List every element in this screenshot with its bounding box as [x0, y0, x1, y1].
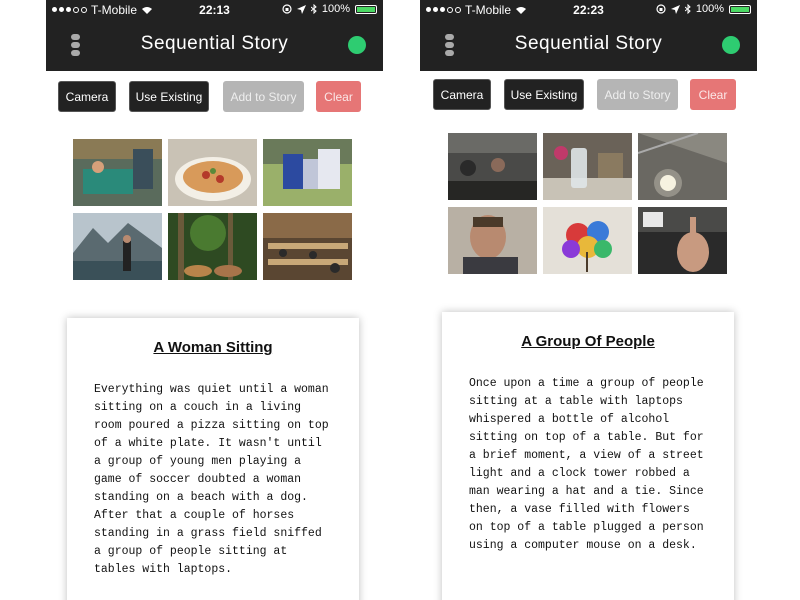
battery-icon	[729, 4, 751, 14]
use-existing-button[interactable]: Use Existing	[129, 81, 209, 112]
bluetooth-icon	[684, 4, 691, 14]
clear-button[interactable]: Clear	[316, 81, 361, 112]
photo-thumbnail[interactable]	[543, 207, 632, 274]
status-bar: T-Mobile 22:23 100%	[420, 0, 757, 20]
story-text: Everything was quiet until a woman sitti…	[94, 383, 329, 576]
location-icon	[296, 4, 306, 14]
clear-button[interactable]: Clear	[690, 79, 736, 110]
photo-thumbnail[interactable]	[638, 207, 727, 274]
photo-thumbnail[interactable]	[448, 133, 537, 200]
nav-bar: Sequential Story	[46, 20, 383, 71]
action-buttons: Camera Use Existing Add to Story Clear	[58, 81, 383, 113]
lock-rotation-icon	[656, 4, 666, 14]
photo-thumbnail[interactable]	[263, 139, 352, 206]
status-dot-icon	[722, 36, 740, 54]
phone-screen-1: T-Mobile 22:13 100% Sequential Story Cam…	[46, 0, 383, 600]
photo-grid	[73, 139, 355, 280]
photo-thumbnail[interactable]	[448, 207, 537, 274]
status-icons: 100%	[656, 3, 751, 15]
status-bar: T-Mobile 22:13 100%	[46, 0, 383, 20]
battery-icon	[355, 4, 377, 14]
camera-button[interactable]: Camera	[58, 81, 116, 112]
use-existing-button[interactable]: Use Existing	[504, 79, 584, 110]
phone-screen-2: T-Mobile 22:23 100% Sequential Story Cam…	[420, 0, 757, 600]
status-dot-icon	[348, 36, 366, 54]
nav-title: Sequential Story	[140, 33, 289, 54]
nav-bar: Sequential Story	[420, 20, 757, 71]
story-text: Once upon a time a group of people sitti…	[469, 377, 704, 552]
add-to-story-button[interactable]: Add to Story	[597, 79, 678, 110]
story-card: A Group Of People Once upon a time a gro…	[442, 312, 734, 600]
nav-title: Sequential Story	[514, 33, 663, 54]
photo-thumbnail[interactable]	[73, 213, 162, 280]
bluetooth-icon	[310, 4, 317, 14]
photo-thumbnail[interactable]	[168, 213, 257, 280]
photo-thumbnail[interactable]	[638, 133, 727, 200]
add-to-story-button[interactable]: Add to Story	[223, 81, 304, 112]
battery-percent: 100%	[695, 3, 724, 15]
photo-thumbnail[interactable]	[168, 139, 257, 206]
photo-thumbnail[interactable]	[73, 139, 162, 206]
photo-thumbnail[interactable]	[263, 213, 352, 280]
story-title: A Woman Sitting	[153, 339, 273, 356]
photo-thumbnail[interactable]	[543, 133, 632, 200]
location-icon	[670, 4, 680, 14]
story-card: A Woman Sitting Everything was quiet unt…	[67, 318, 359, 600]
story-title: A Group Of People	[521, 333, 655, 350]
photo-grid	[448, 133, 730, 274]
action-buttons: Camera Use Existing Add to Story Clear	[433, 79, 757, 111]
camera-button[interactable]: Camera	[433, 79, 491, 110]
battery-percent: 100%	[321, 3, 350, 15]
lock-rotation-icon	[282, 4, 292, 14]
status-icons: 100%	[282, 3, 377, 15]
